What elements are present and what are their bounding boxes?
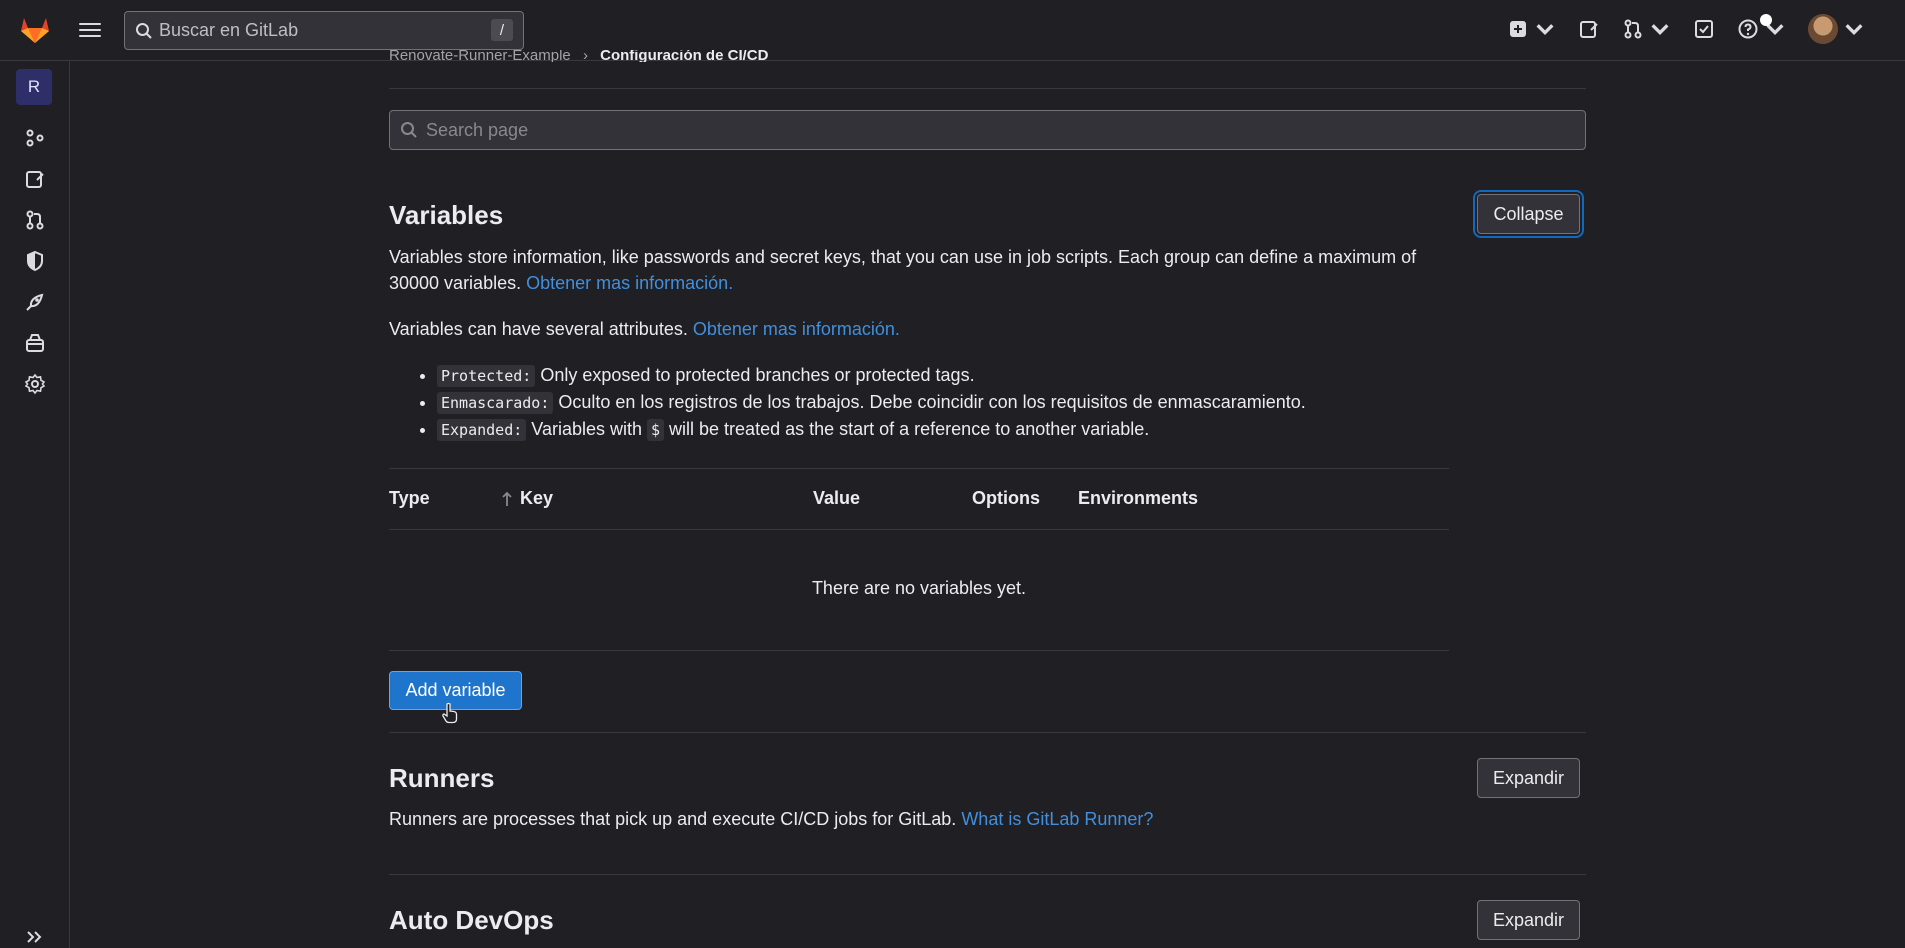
- list-item: Expanded: Variables with $ will be treat…: [437, 416, 1306, 443]
- merge-requests-dropdown[interactable]: [1622, 18, 1671, 40]
- search-icon: [136, 22, 152, 39]
- chevron-down-icon: [1536, 24, 1554, 36]
- help-question-icon: [1738, 19, 1758, 39]
- shield-icon: [27, 250, 43, 272]
- section-divider: [389, 732, 1586, 733]
- table-header-rule: [389, 529, 1449, 530]
- breadcrumb-separator: ›: [582, 50, 588, 62]
- runners-heading: Runners: [389, 763, 495, 793]
- package-icon: [26, 334, 44, 352]
- breadcrumb-parent-link[interactable]: Renovate-Runner-Example: [389, 50, 571, 62]
- search-shortcut-key: /: [491, 19, 513, 41]
- what-is-runner-link[interactable]: What is GitLab Runner?: [961, 809, 1153, 829]
- plus-square-icon: [1510, 21, 1526, 37]
- issues-icon: [26, 171, 44, 188]
- global-search-input[interactable]: Buscar en GitLab /: [124, 11, 524, 50]
- variables-description: Variables store information, like passwo…: [389, 244, 1449, 296]
- column-header-key[interactable]: Key: [500, 488, 553, 509]
- left-sidebar: R: [0, 61, 70, 948]
- issues-button[interactable]: [1578, 18, 1600, 40]
- sidebar-item-issues[interactable]: [24, 168, 46, 190]
- table-bottom-rule: [389, 650, 1449, 651]
- sidebar-item-security[interactable]: [24, 250, 46, 272]
- user-avatar: [1808, 14, 1838, 44]
- breadcrumb-divider: [389, 88, 1586, 89]
- attribute-code: Protected:: [437, 365, 536, 387]
- column-header-value: Value: [813, 488, 861, 508]
- breadcrumb-current: Configuración de CI/CD: [600, 50, 769, 62]
- attributes-intro-text: Variables can have several attributes.: [389, 319, 688, 339]
- attribute-inline-code: $: [647, 419, 665, 441]
- table-top-rule: [389, 468, 1449, 469]
- chevron-down-icon: [1651, 24, 1669, 36]
- issues-icon: [1580, 21, 1598, 38]
- expand-sidebar-icon[interactable]: [24, 927, 44, 947]
- list-item: Enmascarado: Oculto en los registros de …: [437, 389, 1306, 416]
- list-item: Protected: Only exposed to protected bra…: [437, 362, 1306, 389]
- sidebar-item-packages[interactable]: [24, 332, 46, 354]
- search-icon: [401, 122, 417, 138]
- notification-dot-icon: [1760, 14, 1772, 26]
- column-header-environments: Environments: [1078, 488, 1199, 508]
- attribute-text: Only exposed to protected branches or pr…: [535, 365, 975, 385]
- top-right-actions: [1485, 14, 1865, 44]
- attribute-code: Expanded:: [437, 419, 527, 441]
- empty-variables-message: There are no variables yet.: [811, 578, 1027, 598]
- chevron-down-icon: [1845, 24, 1863, 36]
- attribute-code: Enmascarado:: [437, 392, 554, 414]
- global-search-placeholder: Buscar en GitLab: [159, 20, 299, 40]
- gear-icon: [24, 373, 46, 395]
- sidebar-item-settings[interactable]: [24, 373, 46, 395]
- auto-devops-heading: Auto DevOps: [389, 905, 554, 935]
- merge-request-icon: [26, 210, 44, 230]
- attribute-text: will be treated as the start of a refere…: [664, 419, 1150, 439]
- sidebar-item-merge-requests[interactable]: [24, 209, 46, 231]
- variables-learn-more-link[interactable]: Obtener mas información.: [526, 273, 733, 293]
- help-dropdown[interactable]: [1737, 14, 1786, 40]
- column-header-type: Type: [389, 488, 430, 508]
- expand-runners-button[interactable]: Expandir: [1477, 758, 1580, 798]
- attributes-list: Protected: Only exposed to protected bra…: [437, 362, 1306, 443]
- column-header-key-label: Key: [520, 488, 554, 508]
- todos-button[interactable]: [1693, 18, 1715, 40]
- merge-request-icon: [1624, 19, 1642, 39]
- collapse-variables-button[interactable]: Collapse: [1477, 194, 1580, 234]
- page-search-input[interactable]: Search page: [389, 110, 1586, 150]
- attributes-learn-more-link[interactable]: Obtener mas información.: [693, 319, 900, 339]
- top-bar: Buscar en GitLab /: [0, 0, 1905, 61]
- runners-description: Runners are processes that pick up and e…: [389, 806, 1153, 832]
- expand-auto-devops-button[interactable]: Expandir: [1477, 900, 1580, 940]
- todo-checkbox-icon: [1695, 20, 1713, 38]
- project-icon: [26, 129, 44, 147]
- attribute-text: Oculto en los registros de los trabajos.…: [553, 392, 1306, 412]
- rocket-icon: [26, 293, 44, 311]
- variables-heading: Variables: [389, 200, 504, 230]
- page-search-placeholder: Search page: [426, 119, 529, 140]
- create-new-dropdown[interactable]: [1507, 18, 1556, 40]
- attributes-intro: Variables can have several attributes. O…: [389, 316, 900, 342]
- column-header-options: Options: [972, 488, 1040, 508]
- runners-description-text: Runners are processes that pick up and e…: [389, 809, 957, 829]
- section-divider: [389, 874, 1586, 875]
- user-menu-dropdown[interactable]: [1808, 14, 1865, 44]
- breadcrumb: Renovate-Runner-Example › Configuración …: [389, 50, 768, 62]
- project-avatar[interactable]: R: [16, 69, 52, 105]
- attribute-text: Variables with: [526, 419, 647, 439]
- main-menu-icon[interactable]: [79, 19, 101, 41]
- gitlab-logo-icon[interactable]: [18, 12, 52, 46]
- sort-arrow-up-icon: [502, 491, 512, 506]
- hand-cursor-icon: [442, 702, 458, 724]
- sidebar-item-project[interactable]: [24, 127, 46, 149]
- sidebar-item-deployments[interactable]: [24, 291, 46, 313]
